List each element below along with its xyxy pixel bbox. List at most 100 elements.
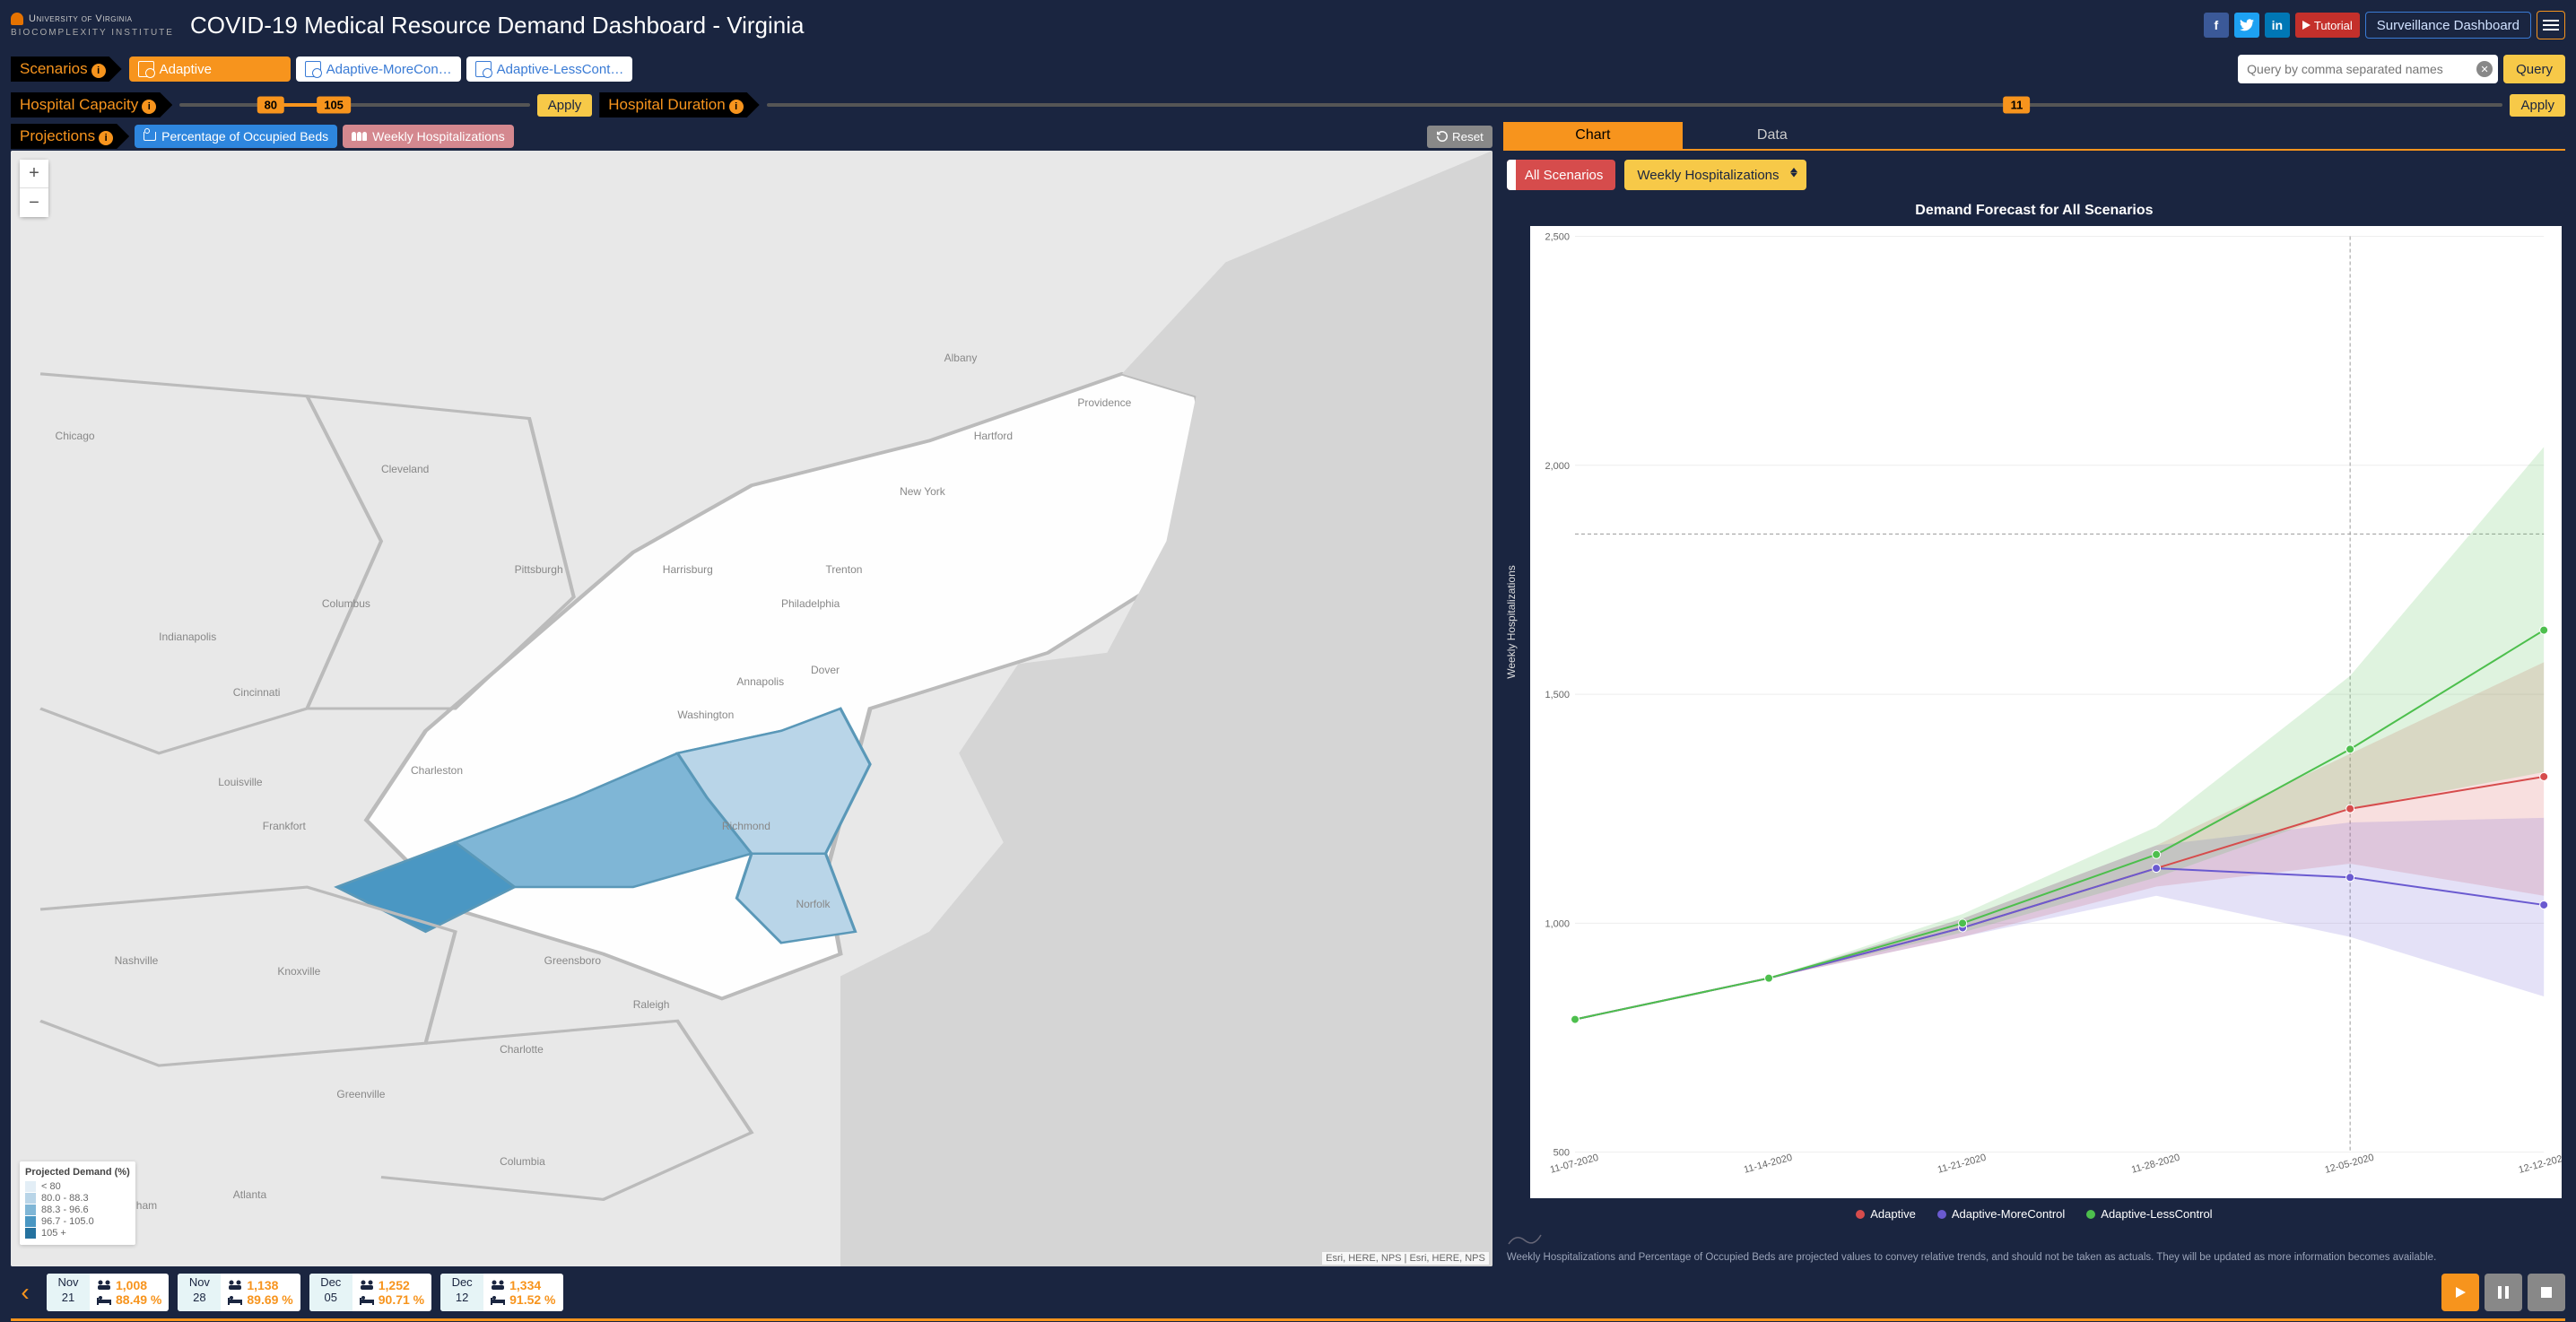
map-pane: Projectionsi Percentage of Occupied Beds… xyxy=(11,122,1493,1266)
pct-beds-button[interactable]: Percentage of Occupied Beds xyxy=(135,125,337,148)
scenario-label: Adaptive xyxy=(160,62,212,77)
legend-title: Projected Demand (%) xyxy=(25,1167,130,1178)
city-label: Cincinnati xyxy=(233,686,281,699)
people-icon xyxy=(228,1280,242,1291)
legend-row: 80.0 - 88.3 xyxy=(25,1193,130,1204)
date-cell: Nov21 xyxy=(47,1274,90,1311)
date-cell: Nov28 xyxy=(178,1274,221,1311)
city-label: Norfolk xyxy=(796,898,830,910)
stop-button[interactable] xyxy=(2528,1274,2565,1311)
linkedin-button[interactable]: in xyxy=(2265,13,2290,38)
svg-text:2,000: 2,000 xyxy=(1545,461,1570,472)
sliders-toolbar: Hospital Capacityi 80 105 Apply Hospital… xyxy=(0,88,2576,122)
legend-label: 88.3 - 96.6 xyxy=(41,1205,89,1215)
info-icon[interactable]: i xyxy=(91,64,106,78)
chart-pane: Chart Data All Scenarios Weekly Hospital… xyxy=(1503,122,2565,1266)
timeline-card-3[interactable]: Dec121,33491.52 % xyxy=(440,1274,562,1311)
menu-button[interactable] xyxy=(2537,11,2565,39)
metric-select[interactable]: Weekly Hospitalizations xyxy=(1624,160,1806,190)
chart-legend: Adaptive Adaptive-MoreControl Adaptive-Les… xyxy=(1503,1198,2565,1230)
chart-plot[interactable]: 5001,0001,5002,0002,50011-07-202011-14-2… xyxy=(1530,226,2562,1198)
legend-label: 105 + xyxy=(41,1228,66,1239)
legend-swatch xyxy=(25,1205,36,1215)
stats-cell: 1,13889.69 % xyxy=(221,1274,300,1311)
zoom-in-button[interactable]: + xyxy=(20,160,48,188)
zoom-out-button[interactable]: − xyxy=(20,188,48,217)
weekly-hosp-button[interactable]: Weekly Hospitalizations xyxy=(343,125,514,148)
pause-icon xyxy=(2497,1285,2510,1300)
city-label: Greenville xyxy=(336,1088,385,1100)
legend-swatch xyxy=(25,1216,36,1227)
legend-label: 96.7 - 105.0 xyxy=(41,1216,94,1227)
capacity-max-handle[interactable]: 105 xyxy=(317,97,351,114)
scenario-icon xyxy=(138,61,154,77)
hospital-capacity-label: Hospital Capacityi xyxy=(11,92,172,117)
tab-data[interactable]: Data xyxy=(1683,122,1862,149)
capacity-min-handle[interactable]: 80 xyxy=(257,97,284,114)
tab-chart[interactable]: Chart xyxy=(1503,122,1683,149)
city-label: Charlotte xyxy=(500,1043,544,1056)
count-value: 1,008 xyxy=(116,1278,147,1292)
timeline-card-0[interactable]: Nov211,00888.49 % xyxy=(47,1274,169,1311)
legend-series-label: Adaptive-LessControl xyxy=(2101,1207,2212,1221)
surveillance-dashboard-button[interactable]: Surveillance Dashboard xyxy=(2365,12,2531,39)
info-icon[interactable]: i xyxy=(142,100,156,114)
city-label: Nashville xyxy=(115,954,159,967)
scenario-button-1[interactable]: Adaptive-MoreCon… xyxy=(296,57,461,82)
pause-button[interactable] xyxy=(2485,1274,2522,1311)
facebook-button[interactable]: f xyxy=(2204,13,2229,38)
city-label: Washington xyxy=(677,709,734,721)
reset-button[interactable]: Reset xyxy=(1427,126,1493,148)
legend-series-label: Adaptive-MoreControl xyxy=(1952,1207,2065,1221)
scenarios-label: Scenariosi xyxy=(11,57,122,82)
duration-slider[interactable]: 11 xyxy=(767,103,2503,107)
play-icon xyxy=(2453,1285,2467,1300)
svg-text:500: 500 xyxy=(1553,1148,1569,1159)
map-legend: Projected Demand (%) < 8080.0 - 88.388.3… xyxy=(20,1161,135,1245)
twitter-button[interactable] xyxy=(2234,13,2259,38)
uva-logo: University of Virginia xyxy=(11,13,174,25)
timeline-card-2[interactable]: Dec051,25290.71 % xyxy=(309,1274,431,1311)
legend-swatch xyxy=(25,1193,36,1204)
city-label: Pittsburgh xyxy=(515,563,563,576)
city-label: Providence xyxy=(1077,396,1131,409)
tutorial-label: Tutorial xyxy=(2314,19,2353,32)
all-scenarios-toggle[interactable]: All Scenarios xyxy=(1507,160,1616,190)
city-label: Charleston xyxy=(411,764,463,777)
projections-label: Projectionsi xyxy=(11,124,129,149)
query-button[interactable]: Query xyxy=(2503,55,2565,83)
city-label: Trenton xyxy=(826,563,863,576)
tutorial-button[interactable]: Tutorial xyxy=(2295,13,2360,38)
timeline-card-1[interactable]: Nov281,13889.69 % xyxy=(178,1274,300,1311)
rotunda-icon xyxy=(11,13,23,25)
pct-beds-label: Percentage of Occupied Beds xyxy=(161,129,328,144)
legend-dot xyxy=(1937,1210,1946,1219)
legend-row: 96.7 - 105.0 xyxy=(25,1216,130,1227)
city-label: Hartford xyxy=(974,430,1013,442)
legend-item[interactable]: Adaptive xyxy=(1856,1207,1916,1221)
capacity-slider[interactable]: 80 105 xyxy=(179,103,529,107)
duration-handle[interactable]: 11 xyxy=(2004,97,2031,114)
legend-dot xyxy=(2086,1210,2095,1219)
timeline-prev-button[interactable]: ‹ xyxy=(11,1274,39,1311)
query-input[interactable] xyxy=(2238,55,2498,83)
uva-text: University of Virginia xyxy=(29,13,133,24)
info-icon[interactable]: i xyxy=(99,131,113,145)
play-button[interactable] xyxy=(2441,1274,2479,1311)
scenario-button-0[interactable]: Adaptive xyxy=(129,57,291,82)
legend-item[interactable]: Adaptive-LessControl xyxy=(2086,1207,2212,1221)
info-icon[interactable]: i xyxy=(729,100,744,114)
scenario-icon xyxy=(305,61,321,77)
legend-item[interactable]: Adaptive-MoreControl xyxy=(1937,1207,2065,1221)
map-toolbar: Projectionsi Percentage of Occupied Beds… xyxy=(11,122,1493,151)
capacity-apply-button[interactable]: Apply xyxy=(537,94,593,117)
scenario-button-2[interactable]: Adaptive-LessCont… xyxy=(466,57,633,82)
duration-apply-button[interactable]: Apply xyxy=(2510,94,2565,117)
map-svg xyxy=(11,151,1493,1266)
date-cell: Dec05 xyxy=(309,1274,352,1311)
city-label: Knoxville xyxy=(277,965,320,978)
map[interactable]: ChicagoIndianapolisCincinnatiClevelandCo… xyxy=(11,151,1493,1266)
bottom-accent-bar xyxy=(11,1318,2565,1321)
legend-label: 80.0 - 88.3 xyxy=(41,1193,89,1204)
clear-icon[interactable]: ✕ xyxy=(2476,61,2493,77)
